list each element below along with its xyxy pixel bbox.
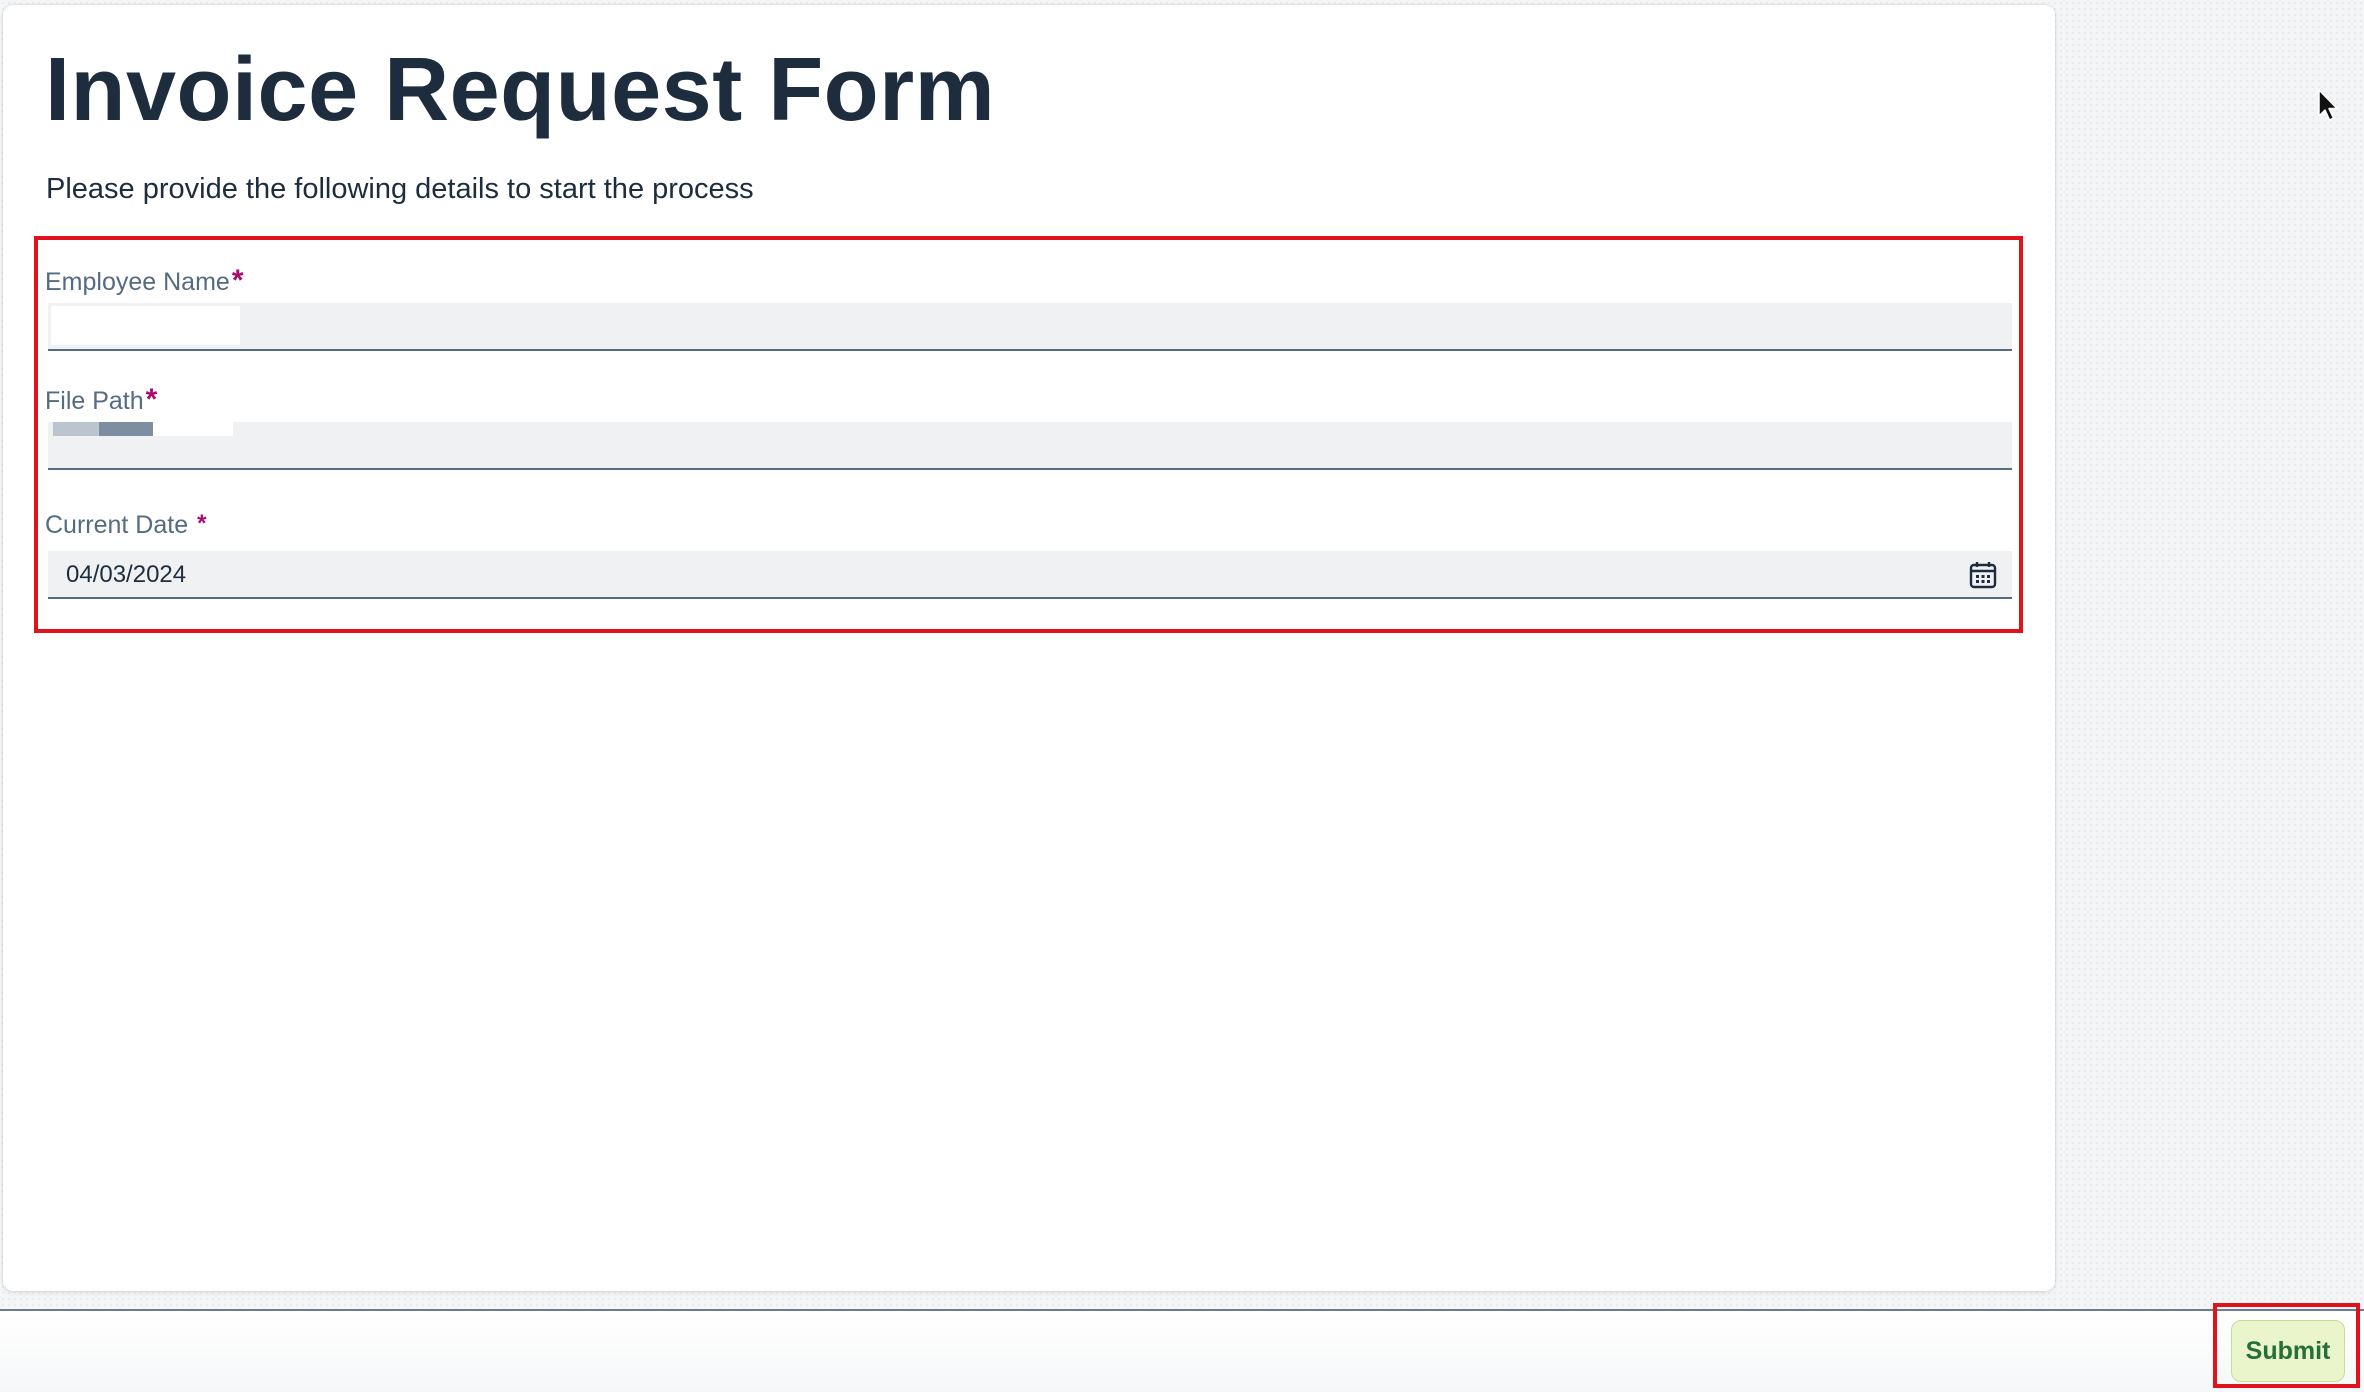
required-indicator: * <box>145 383 158 416</box>
submit-button[interactable]: Submit <box>2231 1320 2345 1382</box>
required-indicator: * <box>231 264 244 297</box>
page-subtitle: Please provide the following details to … <box>46 173 754 205</box>
file-path-fragment <box>53 422 99 436</box>
employee-name-label: Employee Name* <box>45 264 244 302</box>
mouse-cursor-icon <box>2318 89 2338 121</box>
file-path-label-text: File Path <box>45 387 144 415</box>
footer-bar <box>0 1309 2364 1392</box>
employee-name-label-text: Employee Name <box>45 268 230 296</box>
required-indicator: * <box>197 510 207 537</box>
file-path-input[interactable] <box>48 422 2012 470</box>
employee-name-value <box>51 306 240 345</box>
current-date-label: Current Date * <box>45 510 207 540</box>
current-date-label-text: Current Date <box>45 511 189 539</box>
page-title: Invoice Request Form <box>45 40 996 140</box>
calendar-icon[interactable] <box>1968 560 1998 590</box>
file-path-fragment <box>153 422 233 436</box>
current-date-input[interactable]: 04/03/2024 <box>48 551 2012 599</box>
employee-name-input[interactable] <box>48 303 2012 351</box>
file-path-label: File Path* <box>45 383 157 421</box>
current-date-value: 04/03/2024 <box>66 561 187 588</box>
form-card: Invoice Request Form Please provide the … <box>3 5 2055 1291</box>
file-path-fragment <box>99 422 153 436</box>
